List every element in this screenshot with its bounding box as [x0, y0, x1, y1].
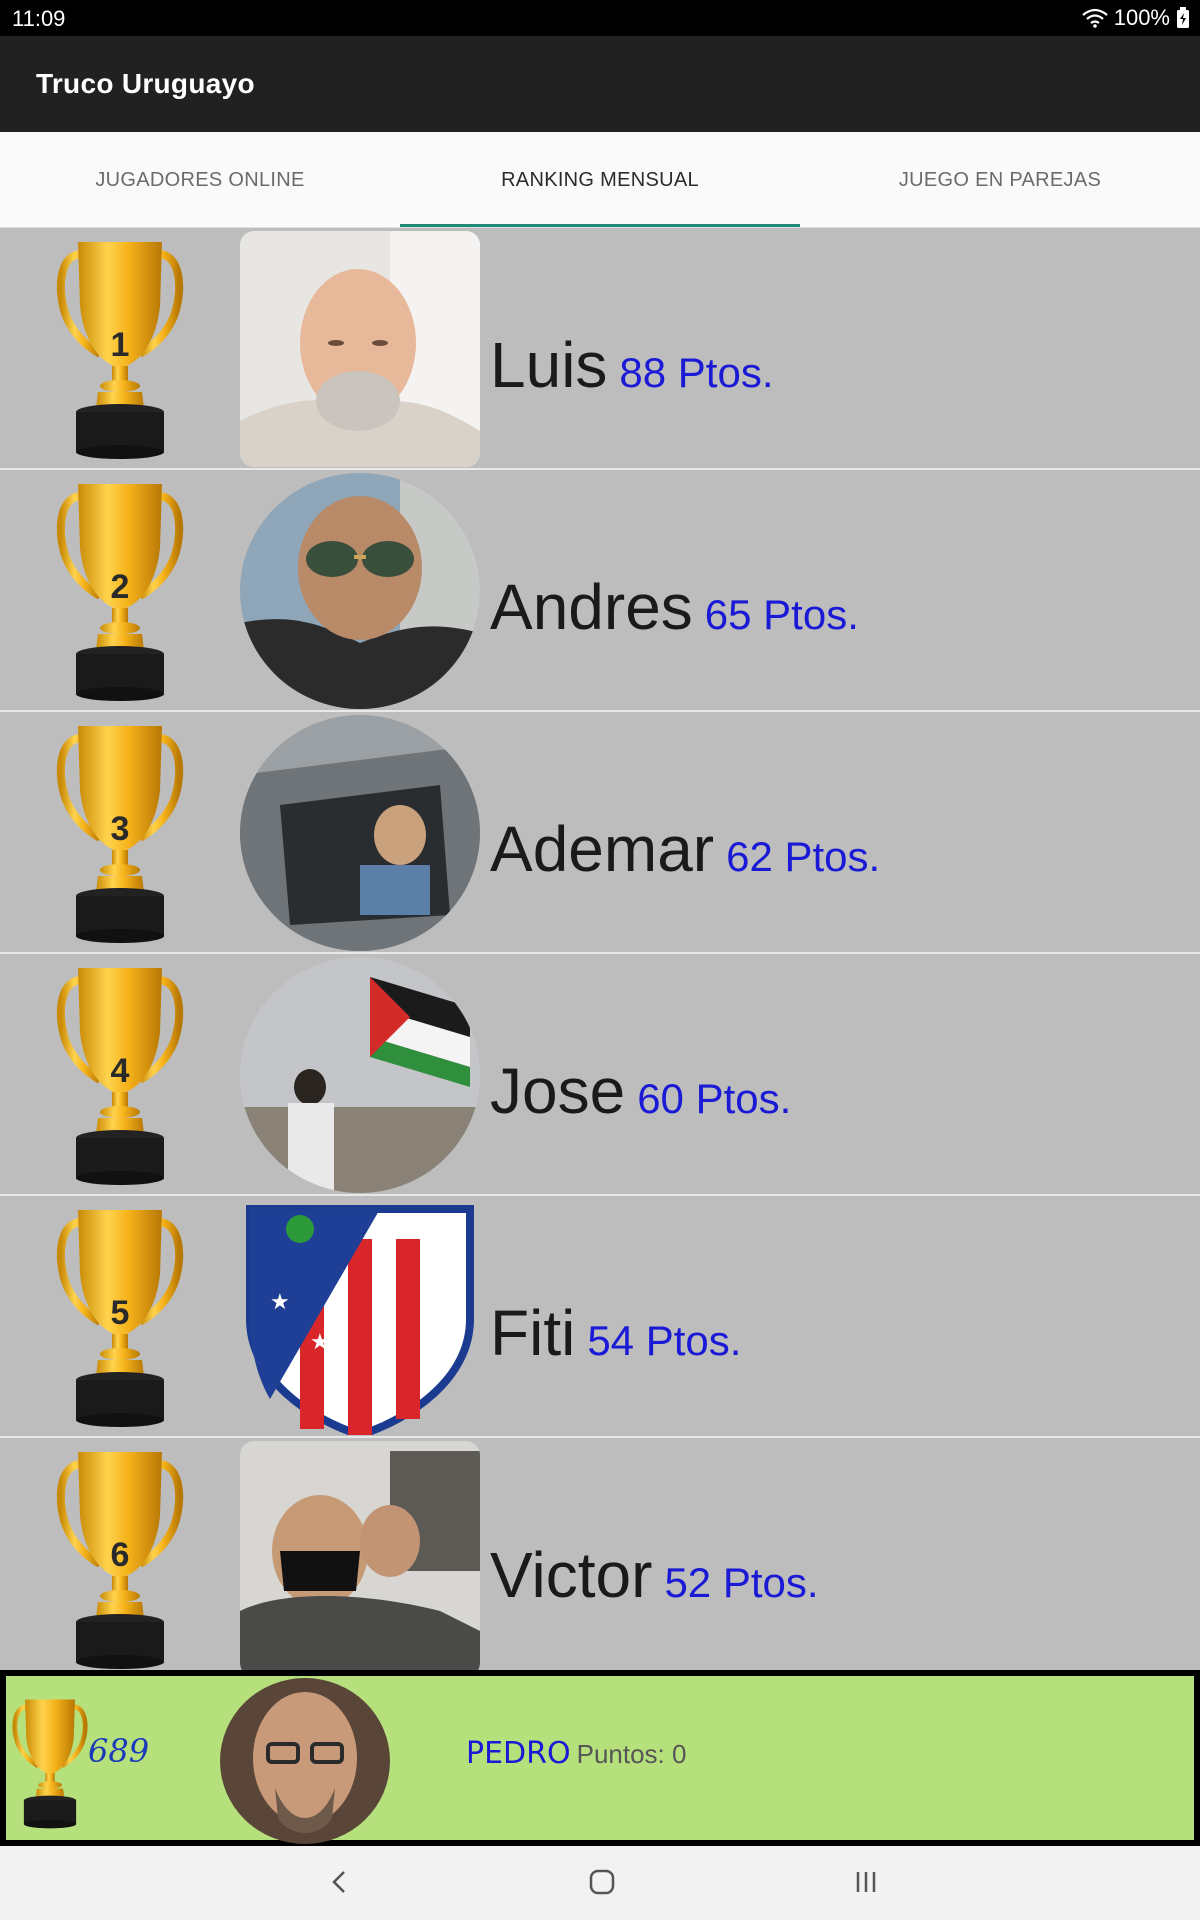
- player-info: Victor 52 Ptos.: [490, 1538, 819, 1612]
- trophy-icon: [12, 1694, 88, 1832]
- trophy-rank: 4: [111, 1052, 130, 1090]
- ranking-row[interactable]: 1 Luis 88 Ptos.: [0, 228, 1200, 470]
- player-points: 60 Ptos.: [637, 1075, 792, 1122]
- current-user-name: PEDRO: [466, 1736, 571, 1771]
- status-bar: 11:09 100%: [0, 0, 1200, 36]
- current-user-rank: 689: [88, 1732, 150, 1770]
- current-user-avatar[interactable]: [220, 1678, 390, 1844]
- trophy-rank: 2: [111, 568, 130, 606]
- current-user-points: Puntos: 0: [576, 1739, 687, 1769]
- avatar[interactable]: [240, 231, 480, 467]
- svg-text:★: ★: [310, 1329, 330, 1354]
- ranking-row[interactable]: 6 Victor 52 Ptos.: [0, 1438, 1200, 1670]
- ranking-row[interactable]: 2 Andres 65 Ptos.: [0, 470, 1200, 712]
- player-name: Victor: [490, 1539, 653, 1611]
- battery-percent: 100%: [1113, 5, 1170, 30]
- ranking-row[interactable]: 4 Jose 60 Ptos.: [0, 954, 1200, 1196]
- player-info: Ademar 62 Ptos.: [490, 812, 880, 886]
- tab-ranking-mensual[interactable]: RANKING MENSUAL: [400, 132, 800, 227]
- current-user-info: PEDRO Puntos: 0: [466, 1736, 686, 1771]
- tab-juego-en-parejas[interactable]: JUEGO EN PAREJAS: [800, 132, 1200, 227]
- trophy-rank: 5: [111, 1294, 130, 1332]
- tab-bar: JUGADORES ONLINE RANKING MENSUAL JUEGO E…: [0, 132, 1200, 228]
- app-bar: Truco Uruguayo: [0, 36, 1200, 132]
- svg-text:★: ★: [270, 1289, 290, 1314]
- status-indicators: 100%: [1082, 5, 1190, 31]
- back-icon[interactable]: [320, 1862, 360, 1902]
- battery-icon: [1177, 7, 1189, 28]
- trophy-icon: 4: [56, 962, 184, 1188]
- player-points: 88 Ptos.: [619, 349, 774, 396]
- wifi-icon: [1082, 8, 1108, 28]
- player-info: Jose 60 Ptos.: [490, 1054, 791, 1128]
- trophy-rank: 6: [111, 1536, 130, 1574]
- status-time: 11:09: [12, 6, 66, 31]
- trophy-rank: 3: [111, 810, 130, 848]
- player-name: Jose: [490, 1055, 626, 1127]
- system-nav-bar: [0, 1846, 1200, 1920]
- player-info: Fiti 54 Ptos.: [490, 1296, 741, 1370]
- trophy-icon: 6: [56, 1446, 184, 1670]
- player-points: 54 Ptos.: [587, 1317, 742, 1364]
- ranking-row[interactable]: 5 ★ ★ Fiti 54 Ptos.: [0, 1196, 1200, 1438]
- player-name: Ademar: [490, 813, 715, 885]
- avatar[interactable]: [240, 473, 480, 709]
- trophy-icon: 1: [56, 236, 184, 462]
- trophy-icon: 3: [56, 720, 184, 946]
- player-points: 62 Ptos.: [726, 833, 881, 880]
- player-points: 65 Ptos.: [704, 591, 859, 638]
- tab-jugadores-online[interactable]: JUGADORES ONLINE: [0, 132, 400, 227]
- avatar[interactable]: [240, 957, 480, 1193]
- ranking-row[interactable]: 3 Ademar 62 Ptos.: [0, 712, 1200, 954]
- ranking-list[interactable]: 1 Luis 88 Ptos. 2 Andres 65 Ptos. 3 Adem…: [0, 228, 1200, 1670]
- recents-icon[interactable]: [846, 1862, 886, 1902]
- player-points: 52 Ptos.: [664, 1559, 819, 1606]
- player-info: Andres 65 Ptos.: [490, 570, 859, 644]
- avatar[interactable]: [240, 1441, 480, 1670]
- app-title: Truco Uruguayo: [36, 68, 255, 99]
- trophy-icon: 5: [56, 1204, 184, 1430]
- player-info: Luis 88 Ptos.: [490, 328, 774, 402]
- player-name: Luis: [490, 329, 608, 401]
- home-icon[interactable]: [582, 1862, 622, 1902]
- trophy-icon: 2: [56, 478, 184, 704]
- current-user-panel[interactable]: 689 PEDRO Puntos: 0: [6, 1676, 1194, 1844]
- player-name: Andres: [490, 571, 693, 643]
- current-user-bar: 689 PEDRO Puntos: 0: [0, 1670, 1200, 1846]
- avatar[interactable]: [240, 715, 480, 951]
- trophy-rank: 1: [111, 326, 130, 364]
- avatar[interactable]: ★ ★: [240, 1199, 480, 1435]
- player-name: Fiti: [490, 1297, 576, 1369]
